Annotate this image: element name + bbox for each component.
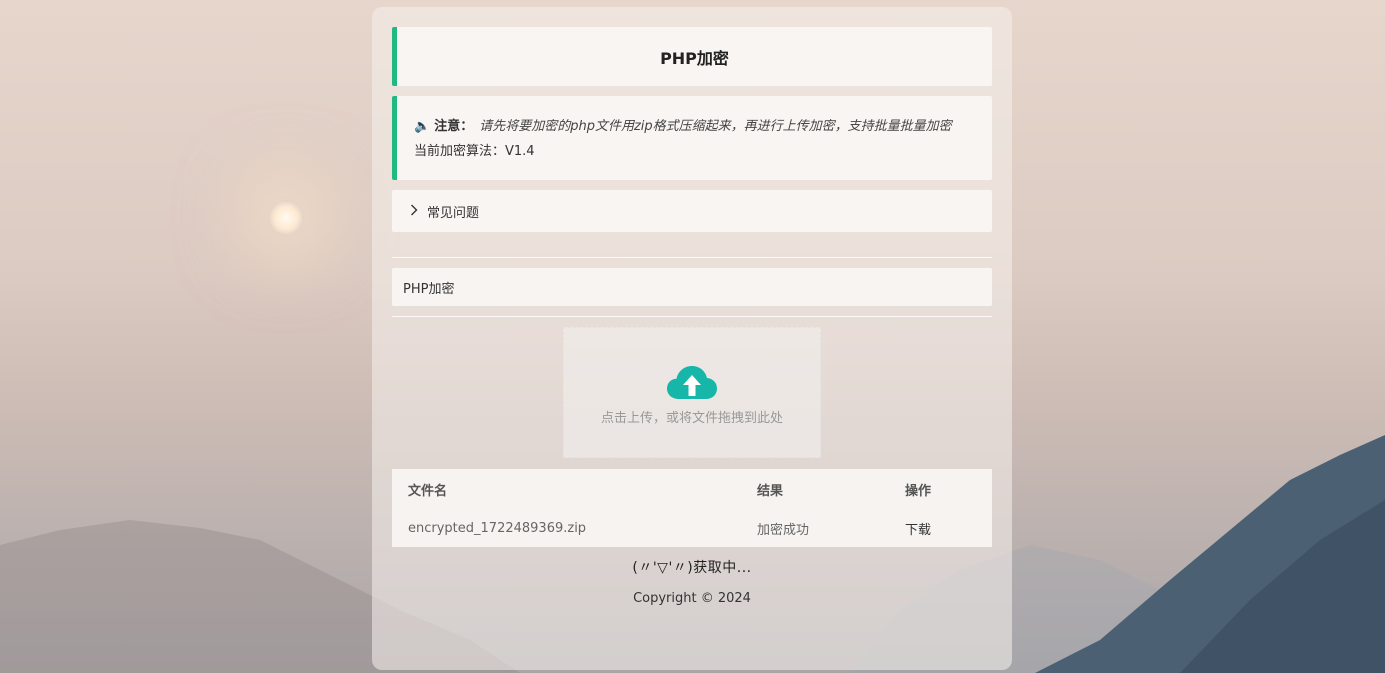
divider [392,316,992,317]
file-name-cell: encrypted_1722489369.zip [408,520,587,536]
copyright-footer: Copyright © 2024 [633,591,751,606]
upload-hint: 点击上传，或将文件拖拽到此处 [600,411,783,426]
divider [392,257,992,258]
file-table: 文件名 结果 操作 encrypted_1722489369.zip 加密成功 … [392,469,992,547]
notice-label: 注意： [434,119,474,134]
upload-dropzone[interactable]: 点击上传，或将文件拖拽到此处 [563,327,821,458]
notice-text: 请先将要加密的php文件用zip格式压缩起来，再进行上传加密，支持批量批量加密 [479,119,952,134]
speaker-icon: 🔈 [414,119,431,134]
column-header-action: 操作 [905,483,932,499]
table-header-row: 文件名 结果 操作 [392,469,992,509]
download-link[interactable]: 下载 [889,509,992,547]
result-cell: 加密成功 [757,522,810,538]
faq-collapse[interactable]: 常见问题 [392,190,992,232]
section-title: PHP加密 [392,268,992,306]
main-card: PHP加密 🔈 注意： 请先将要加密的php文件用zip格式压缩起来，再进行上传加密… [372,7,1012,670]
faq-label: 常见问题 [427,205,480,221]
column-header-result: 结果 [757,483,784,499]
chevron-right-icon [410,204,418,219]
column-header-filename: 文件名 [408,483,448,499]
algorithm-version: 当前加密算法：V1.4 [414,144,535,159]
notice-box: 🔈 注意： 请先将要加密的php文件用zip格式压缩起来，再进行上传加密，支持批量批… [392,96,992,180]
cloud-upload-icon [667,366,717,399]
page-title: PHP加密 [392,27,992,86]
loading-status: (〃'▽'〃)获取中... [632,560,752,576]
table-row: encrypted_1722489369.zip 加密成功 下载 [392,509,992,547]
